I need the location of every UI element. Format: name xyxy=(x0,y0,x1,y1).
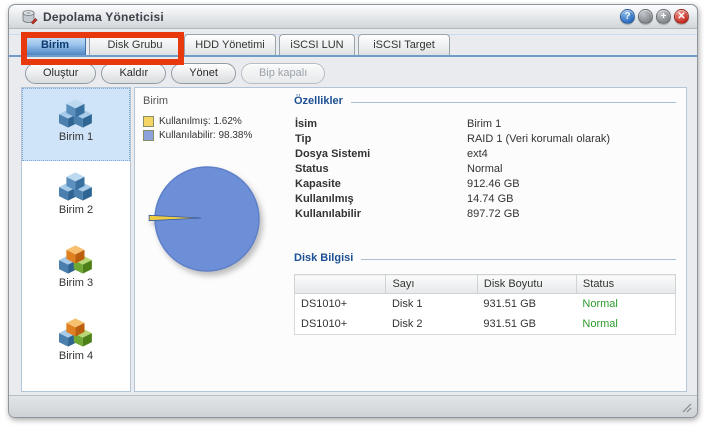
yonet-button[interactable]: Yönet xyxy=(171,63,236,84)
disk-model-cell: DS1010+ xyxy=(295,294,386,315)
disk-model-cell: DS1010+ xyxy=(295,314,386,335)
volume-detail-panel: Birim Kullanılmış: 1.62% Kullanılabilir:… xyxy=(134,87,687,392)
resize-grip-icon[interactable] xyxy=(680,401,692,413)
property-value: ext4 xyxy=(467,148,488,160)
window-controls: ? + ✕ xyxy=(620,9,689,24)
usage-pie-chart xyxy=(145,157,269,281)
sidebar-item-birim-4[interactable]: Birim 4 xyxy=(22,307,130,380)
property-row: Kullanılmış14.74 GB xyxy=(295,191,676,206)
minimize-button[interactable] xyxy=(638,9,653,24)
storage-manager-app-icon xyxy=(21,9,38,25)
disk-info-heading: Disk Bilgisi xyxy=(294,252,353,264)
tab-iscsi-lun[interactable]: iSCSI LUN xyxy=(279,34,355,55)
sidebar-item-birim-1[interactable]: Birim 1 xyxy=(22,88,130,161)
property-label: Kullanılabilir xyxy=(295,208,467,220)
detail-column: Özellikler İsimBirim 1 TipRAID 1 (Veri k… xyxy=(286,93,678,386)
sidebar-item-birim-2[interactable]: Birim 2 xyxy=(22,161,130,234)
property-row: Dosya Sistemiext4 xyxy=(295,146,676,161)
volume-list: Birim 1 Birim 2 Birim 3 xyxy=(21,87,131,392)
tab-iscsi-target[interactable]: iSCSI Target xyxy=(358,34,450,55)
properties-section-header: Özellikler xyxy=(294,95,676,107)
usage-chart-column: Birim Kullanılmış: 1.62% Kullanılabilir:… xyxy=(143,93,286,386)
volume-cubes-multicolor-icon xyxy=(59,244,93,275)
property-row: TipRAID 1 (Veri korumalı olarak) xyxy=(295,131,676,146)
volume-cubes-icon xyxy=(59,171,93,202)
column-header-sayi[interactable]: Sayı xyxy=(386,275,477,294)
available-swatch xyxy=(143,130,154,141)
disk-table-row[interactable]: DS1010+ Disk 2 931.51 GB Normal xyxy=(295,314,676,335)
disk-size-cell: 931.51 GB xyxy=(477,294,576,315)
disk-status-cell: Normal xyxy=(576,294,675,315)
window-title: Depolama Yöneticisi xyxy=(43,10,164,24)
tab-disk-grubu[interactable]: Disk Grubu xyxy=(89,34,181,55)
disk-status-cell: Normal xyxy=(576,314,675,335)
close-button[interactable]: ✕ xyxy=(674,9,689,24)
property-label: Tip xyxy=(295,133,467,145)
property-value: Birim 1 xyxy=(467,118,501,130)
properties-heading: Özellikler xyxy=(294,95,343,107)
sidebar-item-label: Birim 4 xyxy=(23,350,129,362)
disk-table-row[interactable]: DS1010+ Disk 1 931.51 GB Normal xyxy=(295,294,676,315)
help-button[interactable]: ? xyxy=(620,9,635,24)
bip-kapali-button: Bip kapalı xyxy=(241,63,325,84)
property-value: 14.74 GB xyxy=(467,193,513,205)
disk-table-header-row: Sayı Disk Boyutu Status xyxy=(295,275,676,294)
tab-hdd-yonetimi[interactable]: HDD Yönetimi xyxy=(184,34,276,55)
disk-size-cell: 931.51 GB xyxy=(477,314,576,335)
disk-number-cell: Disk 2 xyxy=(386,314,477,335)
column-header-model[interactable] xyxy=(295,275,386,294)
column-header-status[interactable]: Status xyxy=(576,275,675,294)
storage-manager-window: Depolama Yöneticisi ? + ✕ Birim Disk Gru… xyxy=(8,4,698,418)
legend-label: Kullanılabilir: 98.38% xyxy=(159,130,252,141)
property-value: RAID 1 (Veri korumalı olarak) xyxy=(467,133,610,145)
chart-heading: Birim xyxy=(143,95,286,107)
property-value: Normal xyxy=(467,163,502,175)
property-row: İsimBirim 1 xyxy=(295,116,676,131)
property-label: Kapasite xyxy=(295,178,467,190)
titlebar[interactable]: Depolama Yöneticisi ? + ✕ xyxy=(9,5,697,29)
section-divider xyxy=(351,102,676,103)
sidebar-item-label: Birim 2 xyxy=(23,204,129,216)
kaldir-button[interactable]: Kaldır xyxy=(101,63,166,84)
property-row: StatusNormal xyxy=(295,161,676,176)
sidebar-item-label: Birim 1 xyxy=(23,131,129,143)
content-area: Birim 1 Birim 2 Birim 3 xyxy=(21,87,687,392)
property-label: Kullanılmış xyxy=(295,193,467,205)
used-swatch xyxy=(143,116,154,127)
sidebar-item-birim-3[interactable]: Birim 3 xyxy=(22,234,130,307)
property-row: Kapasite912.46 GB xyxy=(295,176,676,191)
property-row: Kullanılabilir897.72 GB xyxy=(295,206,676,221)
property-label: İsim xyxy=(295,118,467,130)
status-bar xyxy=(9,395,697,417)
legend-label: Kullanılmış: 1.62% xyxy=(159,116,242,127)
volume-cubes-icon xyxy=(59,98,93,129)
maximize-button[interactable]: + xyxy=(656,9,671,24)
legend-item-used: Kullanılmış: 1.62% xyxy=(143,116,286,127)
toolbar: Oluştur Kaldır Yönet Bip kapalı xyxy=(9,59,697,87)
disk-info-table: Sayı Disk Boyutu Status DS1010+ Disk 1 9… xyxy=(294,274,676,335)
volume-cubes-multicolor-icon xyxy=(59,317,93,348)
sidebar-item-label: Birim 3 xyxy=(23,277,129,289)
property-label: Status xyxy=(295,163,467,175)
property-value: 912.46 GB xyxy=(467,178,520,190)
olustur-button[interactable]: Oluştur xyxy=(25,63,96,84)
tab-birim[interactable]: Birim xyxy=(24,33,86,55)
column-header-boyut[interactable]: Disk Boyutu xyxy=(477,275,576,294)
section-divider xyxy=(361,259,676,260)
legend-item-available: Kullanılabilir: 98.38% xyxy=(143,130,286,141)
disk-number-cell: Disk 1 xyxy=(386,294,477,315)
disk-info-section-header: Disk Bilgisi xyxy=(294,252,676,264)
tab-strip: Birim Disk Grubu HDD Yönetimi iSCSI LUN … xyxy=(9,34,697,57)
property-value: 897.72 GB xyxy=(467,208,520,220)
property-label: Dosya Sistemi xyxy=(295,148,467,160)
properties-list: İsimBirim 1 TipRAID 1 (Veri korumalı ola… xyxy=(295,116,676,221)
